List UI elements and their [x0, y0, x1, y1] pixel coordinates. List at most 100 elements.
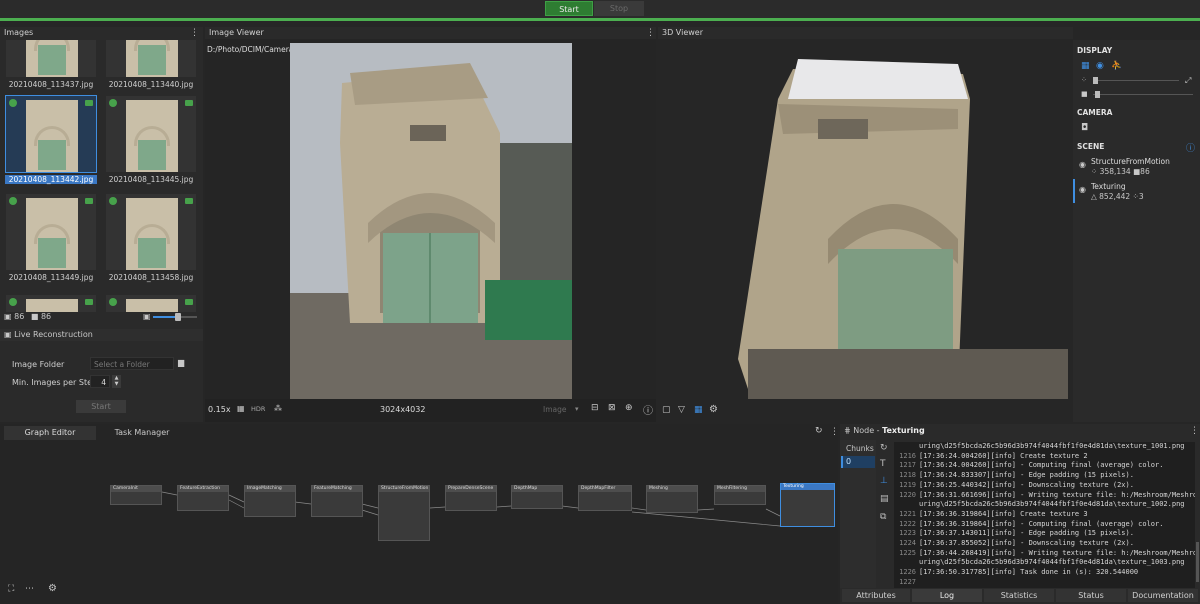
tab-task-manager[interactable]: Task Manager	[96, 426, 188, 440]
globe-icon[interactable]: ⊕	[625, 403, 633, 413]
graph-node-depthmapfilter[interactable]: DepthMapFilter	[578, 485, 632, 511]
metadata-icon[interactable]: ⊟	[591, 403, 599, 413]
images-panel-title: Images	[0, 27, 203, 39]
graph-node-featurematching[interactable]: FeatureMatching	[311, 485, 363, 517]
live-start-button[interactable]: Start	[76, 400, 126, 413]
photo-canvas[interactable]	[290, 43, 572, 399]
graph-node-structurefrommotion[interactable]: StructureFromMotion	[378, 485, 430, 541]
scroll-bottom-icon[interactable]: ⊥	[880, 476, 888, 486]
fit-view-icon[interactable]: ⛶	[8, 584, 14, 594]
tab-statistics[interactable]: Statistics	[984, 589, 1054, 602]
eye-icon[interactable]: ◉	[1079, 185, 1086, 194]
thumbnail[interactable]: 20210408_113445.jpg	[105, 95, 197, 184]
thumbnail[interactable]: 20210408_113440.jpg	[105, 40, 197, 89]
chevron-down-icon[interactable]: ▾	[575, 405, 579, 413]
viewer-menu-icon[interactable]: ⋮	[646, 27, 655, 39]
tab-graph-editor[interactable]: Graph Editor	[4, 426, 96, 440]
log-line-text: [17:36:50.317785][info] Task done in (s)…	[919, 568, 1139, 577]
camera-icon	[185, 198, 193, 204]
thumbnail-label: 20210408_113458.jpg	[108, 273, 194, 282]
scene-item-structurefrommotion[interactable]: ◉ StructureFromMotion ⁘ 358,134 ■86	[1073, 154, 1200, 178]
grid-toggle-icon[interactable]: ▦	[694, 405, 703, 415]
hdr-label[interactable]: HDR	[251, 405, 265, 413]
chunks-panel: Chunks 0	[840, 440, 876, 588]
viewer-3d-canvas[interactable]	[658, 39, 1073, 399]
graph-node-imagematching[interactable]: ImageMatching	[244, 485, 296, 517]
thumbnail[interactable]	[105, 294, 197, 312]
external-link-icon[interactable]: ⧉	[880, 512, 886, 522]
stop-button[interactable]: Stop	[594, 1, 644, 16]
folder-icon[interactable]: ▆	[178, 358, 184, 367]
point-size-slider[interactable]	[1093, 80, 1179, 81]
thumbnail-selected[interactable]: 20210408_113442.jpg	[5, 95, 97, 184]
target-icon[interactable]: ◉	[1096, 61, 1104, 71]
bounding-box-icon[interactable]: ▢	[662, 405, 671, 415]
camera-scale-icon: ■	[1081, 90, 1088, 98]
images-menu-icon[interactable]: ⋮	[190, 27, 199, 39]
log-line-text: [17:36:37.855052][info] - Downscaling te…	[919, 539, 1134, 548]
camera-scale-slider[interactable]	[1093, 94, 1193, 95]
live-reconstruction-icon: ▣	[4, 330, 12, 339]
log-line-text: [17:36:31.661696][info] - Writing textur…	[919, 490, 1196, 499]
tab-documentation[interactable]: Documentation	[1128, 589, 1198, 602]
camera-count: 86	[40, 312, 52, 321]
refresh-icon[interactable]: ↻	[815, 426, 823, 436]
walk-icon[interactable]: ⛹	[1111, 61, 1122, 71]
image-folder-input[interactable]: Select a Folder	[90, 357, 174, 370]
info-icon[interactable]: ⓘ	[1186, 141, 1195, 154]
live-reconstruction-title: Live Reconstruction	[14, 330, 93, 339]
graph-node-depthmap[interactable]: DepthMap	[511, 485, 563, 509]
image-mode-select[interactable]: Image	[543, 405, 567, 414]
log-scrollbar[interactable]	[1195, 442, 1200, 588]
color-icon[interactable]: ⁂	[274, 404, 282, 413]
clipboard-icon[interactable]: ▤	[880, 494, 889, 504]
graph-node-featureextraction[interactable]: FeatureExtraction	[177, 485, 229, 511]
chunk-item[interactable]: 0	[841, 456, 875, 468]
graph-node-preparedensescene[interactable]: PrepareDenseScene	[445, 485, 497, 511]
thumbnail[interactable]: 20210408_113437.jpg	[5, 40, 97, 89]
eye-icon[interactable]: ◉	[1079, 160, 1086, 169]
graph-node-camerainit[interactable]: CameraInit	[110, 485, 162, 505]
log-line-number: 1219	[899, 480, 916, 489]
display-title: DISPLAY	[1077, 46, 1113, 55]
graph-node-texturing[interactable]: Texturing	[780, 483, 835, 527]
start-button[interactable]: Start	[545, 1, 593, 16]
thumbnail[interactable]	[5, 294, 97, 312]
refresh-icon[interactable]: ↻	[880, 443, 888, 453]
camera-snapshot-icon[interactable]: ◘	[1081, 123, 1088, 133]
camera-frustum-icon[interactable]: ▽	[678, 405, 685, 415]
log-line: 1222 [17:36:36.319864][info] - Computing …	[896, 520, 1196, 530]
node-menu-icon[interactable]: ⋮	[1190, 425, 1199, 437]
slider-handle[interactable]	[1093, 77, 1098, 84]
more-icon[interactable]: ⋯	[25, 584, 34, 594]
slider-handle[interactable]	[1095, 91, 1100, 98]
text-icon[interactable]: T	[880, 459, 886, 469]
log-line: 1227	[896, 578, 1196, 588]
min-images-input[interactable]: 4	[90, 375, 110, 388]
graph-node-meshfiltering[interactable]: MeshFiltering	[714, 485, 766, 505]
panorama-icon[interactable]: ⊠	[608, 403, 616, 413]
graph-menu-icon[interactable]: ⋮	[830, 426, 839, 438]
thumbnail[interactable]: 20210408_113449.jpg	[5, 193, 97, 282]
settings-icon[interactable]: ⚙	[48, 583, 57, 594]
grid-icon[interactable]: ▦	[237, 404, 245, 413]
slider-handle[interactable]	[175, 313, 181, 321]
log-line-number: 1224	[899, 539, 916, 548]
scene-item-texturing[interactable]: ◉ Texturing △ 852,442 ⁘3	[1073, 179, 1200, 203]
live-reconstruction-header[interactable]: ▣ Live Reconstruction	[0, 329, 203, 341]
grid-display-icon[interactable]: ▦	[1081, 61, 1090, 71]
thumbnail[interactable]: 20210408_113458.jpg	[105, 193, 197, 282]
tab-log[interactable]: Log	[912, 589, 982, 602]
settings-icon[interactable]: ⚙	[709, 404, 718, 415]
image-gallery[interactable]: 20210408_113437.jpg 20210408_113440.jpg …	[0, 40, 203, 312]
thumbnail-size-slider[interactable]	[153, 313, 197, 321]
camera-count-icon: ■	[30, 312, 39, 321]
tab-status[interactable]: Status	[1056, 589, 1126, 602]
graph-node-meshing[interactable]: Meshing	[646, 485, 698, 513]
expand-icon[interactable]: ⤢	[1185, 76, 1191, 86]
info-icon[interactable]: ⓘ	[643, 402, 653, 417]
min-images-stepper[interactable]: ▲ ▼	[112, 375, 121, 388]
log-view[interactable]: uring\d25f5bcda26c5b96d3b974f4044fbf1f0e…	[894, 442, 1196, 588]
thumbnail-label: 20210408_113437.jpg	[8, 80, 94, 89]
tab-attributes[interactable]: Attributes	[842, 589, 910, 602]
